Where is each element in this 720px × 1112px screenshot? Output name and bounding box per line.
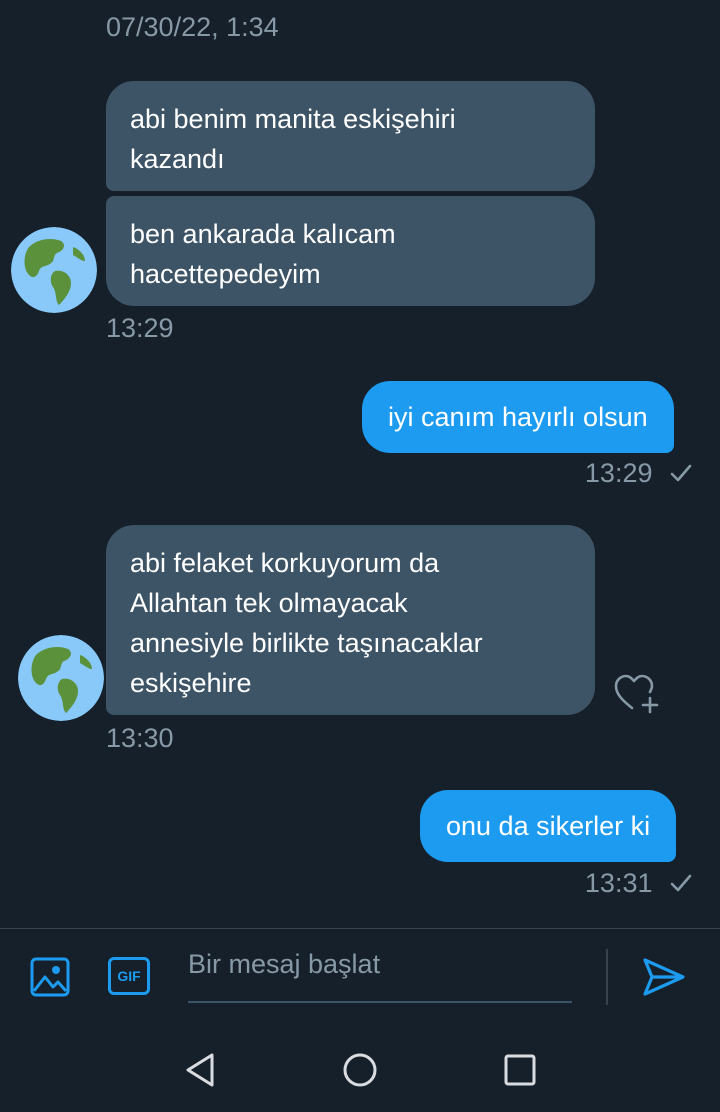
message-timestamp: 13:29	[584, 458, 653, 488]
message-timestamp: 13:30	[106, 723, 174, 753]
message-text-line: annesiyle birlikte taşınacaklar	[130, 628, 483, 658]
gif-label: GIF	[117, 968, 141, 984]
message-timestamp: 13:31	[584, 868, 653, 898]
message-meta: 13:31	[585, 868, 692, 900]
message-composer: GIF Bir mesaj başlat	[0, 928, 720, 1029]
message-text-line: onu da sikerler ki	[446, 811, 651, 841]
message-meta: 13:29	[585, 458, 692, 490]
message-text-line: abi felaket korkuyorum da	[130, 548, 440, 578]
incoming-message-bubble[interactable]: ben ankarada kalıcam hacettepedeyim	[106, 196, 595, 306]
earth-globe-icon[interactable]	[18, 635, 104, 721]
back-triangle-icon[interactable]	[184, 1052, 216, 1093]
incoming-message-bubble[interactable]: abi benim manita eskişehiri kazandı	[106, 81, 595, 191]
message-text-line: iyi canım hayırlı olsun	[388, 402, 648, 432]
send-icon[interactable]	[642, 957, 686, 1002]
gif-icon[interactable]: GIF	[108, 957, 150, 995]
message-text-line: kazandı	[130, 144, 225, 174]
message-text-line: hacettepedeyim	[130, 259, 321, 289]
checkmark-icon	[670, 459, 692, 490]
outgoing-message-bubble[interactable]: iyi canım hayırlı olsun	[362, 381, 674, 453]
checkmark-icon	[670, 869, 692, 900]
earth-globe-icon[interactable]	[11, 227, 97, 313]
system-navigation-bar	[0, 1028, 720, 1112]
message-text-line: Allahtan tek olmayacak	[130, 588, 408, 618]
conversation-date-header: 07/30/22, 1:34	[106, 12, 279, 42]
image-icon[interactable]	[30, 957, 70, 1002]
incoming-message-bubble[interactable]: abi felaket korkuyorum da Allahtan tek o…	[106, 525, 595, 715]
heart-plus-icon[interactable]	[612, 672, 660, 721]
message-text-line: abi benim manita eskişehiri	[130, 104, 456, 134]
recents-square-icon[interactable]	[504, 1054, 536, 1091]
composer-divider	[606, 949, 608, 1005]
home-circle-icon[interactable]	[342, 1052, 378, 1093]
message-input-placeholder: Bir mesaj başlat	[188, 949, 381, 979]
message-timestamp: 13:29	[106, 313, 174, 343]
message-text-line: eskişehire	[130, 668, 252, 698]
message-text-line: ben ankarada kalıcam	[130, 219, 396, 249]
message-input[interactable]: Bir mesaj başlat	[188, 949, 572, 1003]
outgoing-message-bubble[interactable]: onu da sikerler ki	[420, 790, 677, 862]
